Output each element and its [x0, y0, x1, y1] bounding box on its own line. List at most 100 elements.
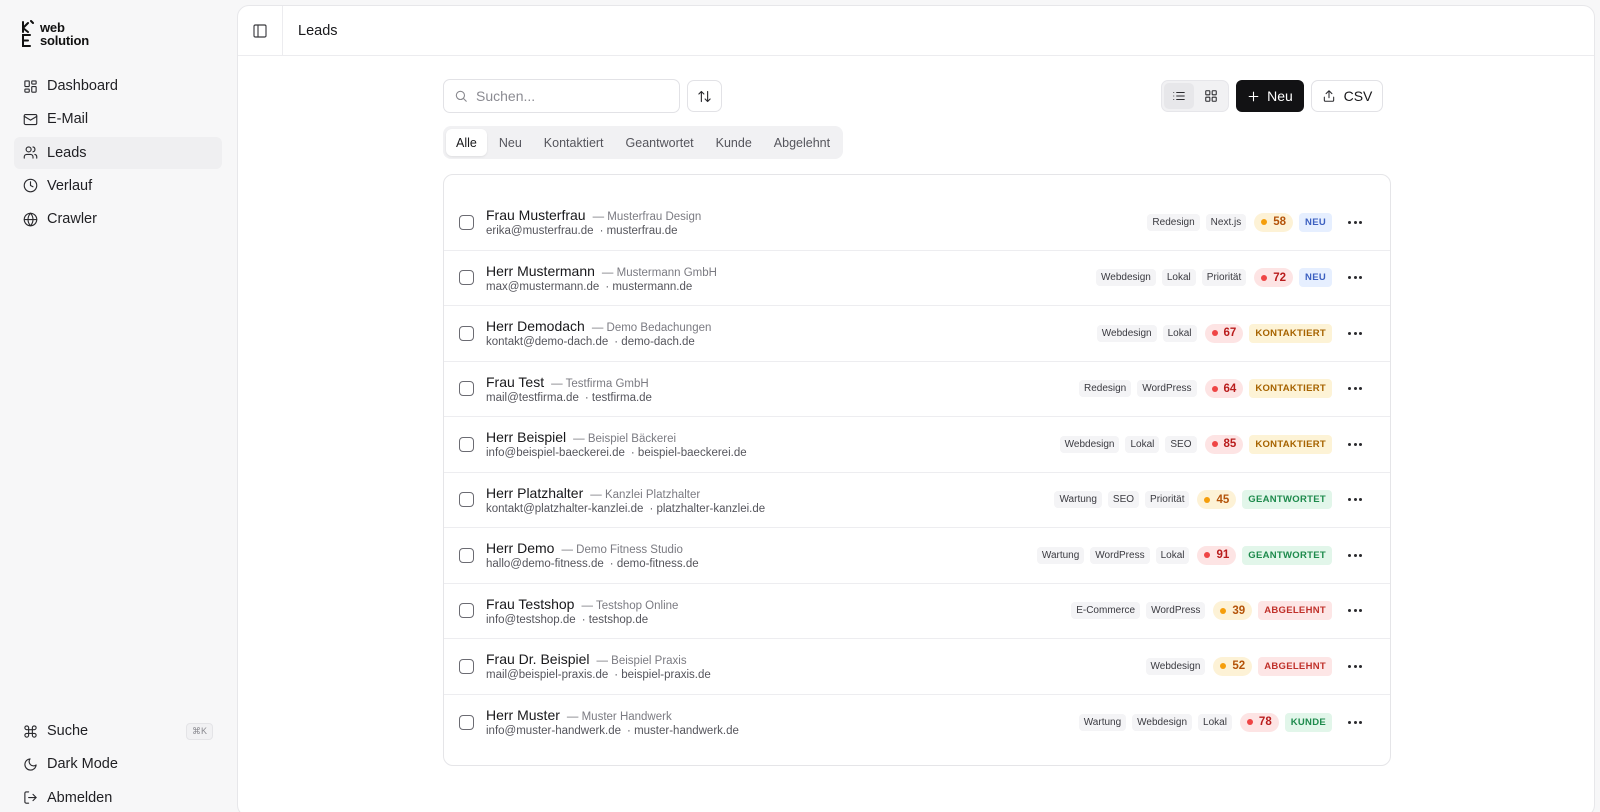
- lead-name[interactable]: Frau Test: [486, 374, 544, 390]
- lead-row[interactable]: Herr Beispiel — Beispiel Bäckerei info@b…: [444, 417, 1390, 473]
- score-dot-icon: [1261, 219, 1268, 226]
- score-dot-icon: [1220, 663, 1227, 670]
- status-badge: GEANTWORTET: [1242, 545, 1332, 565]
- score-value: 91: [1216, 549, 1230, 562]
- lead-row[interactable]: Frau Testshop — Testshop Online info@tes…: [444, 584, 1390, 639]
- tab-kunde[interactable]: Kunde: [706, 129, 762, 156]
- row-checkbox[interactable]: [459, 214, 474, 230]
- lead-name[interactable]: Frau Testshop: [486, 596, 574, 612]
- list-view-button[interactable]: [1164, 83, 1194, 109]
- lead-email: mail@beispiel-praxis.de: [486, 669, 609, 682]
- score-badge: 91: [1197, 545, 1237, 565]
- lead-name[interactable]: Herr Muster: [486, 707, 560, 723]
- lead-domain: · beispiel-baeckerei.de: [630, 447, 747, 460]
- sidebar-toggle-button[interactable]: [238, 5, 283, 56]
- status-badge: ABGELEHNT: [1258, 656, 1332, 676]
- more-options-icon[interactable]: [1340, 490, 1370, 510]
- search-input[interactable]: [476, 88, 656, 104]
- lead-name[interactable]: Herr Mustermann: [486, 263, 595, 279]
- lead-name[interactable]: Herr Demo: [486, 540, 554, 556]
- more-options-icon[interactable]: [1340, 601, 1370, 621]
- tag-badge: Lokal: [1162, 324, 1197, 342]
- sidebar-item-verlauf[interactable]: Verlauf: [14, 170, 222, 202]
- sidebar-nav: Dashboard E-Mail Leads Verlauf Crawler: [14, 70, 222, 236]
- page-title: Leads: [298, 22, 338, 39]
- tab-alle[interactable]: Alle: [446, 129, 487, 156]
- tab-kontaktiert[interactable]: Kontaktiert: [534, 129, 614, 156]
- lead-row[interactable]: Herr Mustermann — Mustermann GmbH max@mu…: [444, 251, 1390, 306]
- more-options-icon[interactable]: [1340, 712, 1370, 732]
- tab-geantwortet[interactable]: Geantwortet: [616, 129, 704, 156]
- grid-view-button[interactable]: [1196, 83, 1226, 109]
- lead-row[interactable]: Herr Platzhalter — Kanzlei Platzhalter k…: [444, 473, 1390, 528]
- new-lead-button[interactable]: Neu: [1236, 80, 1304, 112]
- tag-badge: SEO: [1165, 435, 1197, 453]
- tab-neu[interactable]: Neu: [489, 129, 532, 156]
- sidebar-item-suche[interactable]: Suche ⌘K: [14, 715, 222, 747]
- lead-email: kontakt@demo-dach.de: [486, 336, 609, 349]
- tag-badge: Wartung: [1036, 546, 1085, 564]
- more-options-icon[interactable]: [1340, 379, 1370, 399]
- row-checkbox[interactable]: [459, 658, 474, 674]
- sidebar-item-crawler[interactable]: Crawler: [14, 203, 222, 235]
- globe-icon: [23, 212, 38, 226]
- lead-company: — Demo Fitness Studio: [561, 544, 683, 557]
- lead-row[interactable]: Herr Demodach — Demo Bedachungen kontakt…: [444, 306, 1390, 362]
- sidebar-bottom: Suche ⌘K Dark Mode Abmelden: [14, 715, 222, 812]
- lead-domain: · demo-dach.de: [614, 336, 695, 349]
- tab-abgelehnt[interactable]: Abgelehnt: [764, 129, 840, 156]
- lead-row[interactable]: Herr Muster — Muster Handwerk info@muste…: [444, 695, 1390, 751]
- lead-email: max@mustermann.de: [486, 280, 600, 293]
- lead-company: — Muster Handwerk: [566, 711, 672, 724]
- row-checkbox[interactable]: [459, 270, 474, 286]
- score-value: 78: [1258, 716, 1272, 729]
- score-dot-icon: [1211, 385, 1218, 392]
- more-options-icon[interactable]: [1340, 434, 1370, 454]
- lead-domain: · platzhalter-kanzlei.de: [649, 502, 766, 515]
- tag-badge: E-Commerce: [1071, 602, 1141, 620]
- score-badge: 85: [1204, 434, 1244, 454]
- row-checkbox[interactable]: [459, 547, 474, 563]
- sidebar-item-email[interactable]: E-Mail: [14, 103, 222, 135]
- lead-row[interactable]: Frau Musterfrau — Musterfrau Design erik…: [444, 195, 1390, 251]
- lead-name[interactable]: Herr Demodach: [486, 318, 585, 334]
- csv-export-button[interactable]: CSV: [1311, 80, 1383, 112]
- more-options-icon[interactable]: [1340, 212, 1370, 232]
- more-options-icon[interactable]: [1340, 545, 1370, 565]
- lead-name[interactable]: Herr Platzhalter: [486, 485, 583, 501]
- lead-row[interactable]: Frau Test — Testfirma GmbH mail@testfirm…: [444, 362, 1390, 417]
- lead-info: Herr Demo — Demo Fitness Studio hallo@de…: [486, 540, 699, 570]
- lead-row[interactable]: Frau Dr. Beispiel — Beispiel Praxis mail…: [444, 639, 1390, 695]
- row-checkbox[interactable]: [459, 603, 474, 619]
- row-checkbox[interactable]: [459, 325, 474, 341]
- sidebar-item-leads[interactable]: Leads: [14, 136, 222, 169]
- tag-badge: Webdesign: [1132, 713, 1193, 731]
- more-options-icon[interactable]: [1340, 323, 1370, 343]
- sort-button[interactable]: [687, 80, 722, 112]
- more-options-icon[interactable]: [1340, 656, 1370, 676]
- search-box[interactable]: [443, 79, 680, 113]
- lead-info: Frau Testshop — Testshop Online info@tes…: [486, 596, 678, 626]
- lead-name[interactable]: Frau Musterfrau: [486, 207, 586, 223]
- lead-name[interactable]: Frau Dr. Beispiel: [486, 651, 589, 667]
- lead-email: info@beispiel-baeckerei.de: [486, 447, 625, 460]
- sidebar-item-label: Dark Mode: [47, 756, 118, 773]
- row-checkbox[interactable]: [459, 381, 474, 397]
- sort-icon: [698, 90, 711, 102]
- lead-email: info@testshop.de: [486, 613, 576, 626]
- sidebar-item-dashboard[interactable]: Dashboard: [14, 70, 222, 102]
- row-checkbox[interactable]: [459, 714, 474, 730]
- more-options-icon[interactable]: [1340, 268, 1370, 288]
- row-checkbox[interactable]: [459, 436, 474, 452]
- tag-badge: Wartung: [1054, 491, 1102, 509]
- logo[interactable]: web solution: [22, 20, 89, 48]
- lead-meta: Webdesign 52 ABGELEHNT: [1145, 639, 1370, 694]
- mail-icon: [23, 113, 38, 125]
- lead-info: Frau Musterfrau — Musterfrau Design erik…: [486, 207, 701, 237]
- sidebar-item-abmelden[interactable]: Abmelden: [14, 782, 222, 812]
- lead-row[interactable]: Herr Demo — Demo Fitness Studio hallo@de…: [444, 528, 1390, 584]
- lead-name[interactable]: Herr Beispiel: [486, 429, 566, 445]
- sidebar-item-dark-mode[interactable]: Dark Mode: [14, 748, 222, 780]
- row-checkbox[interactable]: [459, 492, 474, 508]
- sidebar-item-label: Leads: [47, 144, 87, 161]
